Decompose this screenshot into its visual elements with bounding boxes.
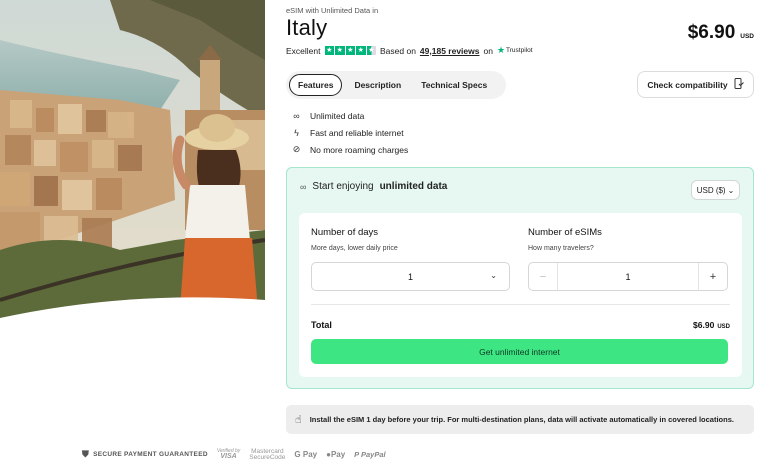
days-column: Number of days More days, lower daily pr…	[311, 227, 398, 252]
reviews-count-link[interactable]: 49,185 reviews	[420, 46, 480, 56]
product-title: Italy	[286, 15, 328, 40]
days-label: Number of days	[311, 227, 379, 238]
days-select[interactable]: 1 ⌄	[311, 262, 510, 291]
purchase-card: ∞ Start enjoying unlimited data USD ($) …	[286, 167, 754, 389]
paypal-logo: P PayPal	[354, 450, 385, 459]
half-star-icon: ★	[366, 45, 376, 56]
total-value: $6.90 USD	[693, 320, 730, 330]
total-currency: USD	[717, 324, 730, 330]
tab-technical-specs[interactable]: Technical Specs	[413, 74, 495, 96]
days-sublabel: More days, lower daily price	[311, 245, 398, 252]
check-compatibility-button[interactable]: Check compatibility	[637, 71, 754, 98]
hero-image	[0, 0, 265, 326]
feature-label: No more roaming charges	[310, 144, 409, 155]
esims-stepper: − 1 +	[528, 262, 728, 291]
star-icon: ★	[356, 45, 366, 56]
apple-pay-logo: ●Pay	[326, 450, 345, 459]
order-form: Number of days More days, lower daily pr…	[299, 213, 742, 377]
rating-on: on	[483, 45, 493, 56]
lightning-icon: ϟ	[294, 127, 299, 138]
feature-label: Fast and reliable internet	[310, 127, 404, 138]
feature-item: ⊘ No more roaming charges	[292, 141, 409, 158]
increment-button[interactable]: +	[699, 263, 727, 290]
visa-text: VISA	[220, 452, 237, 460]
card-heading-bold: unlimited data	[379, 181, 448, 192]
trustpilot-star-icon: ★	[496, 45, 506, 55]
days-select-value: 1	[407, 271, 413, 282]
rating-stars: ★ ★ ★ ★ ★	[324, 45, 376, 56]
card-heading: ∞ Start enjoying unlimited data	[300, 181, 447, 192]
no-roaming-icon: ⊘	[292, 144, 301, 154]
product-eyebrow: eSIM with Unlimited Data in	[286, 6, 379, 15]
infinity-icon: ∞	[300, 181, 307, 192]
product-price: $6.90 USD	[688, 22, 754, 44]
feature-item: ∞ Unlimited data	[292, 107, 408, 124]
star-icon: ★	[335, 45, 345, 56]
trustpilot-logo[interactable]: ★ Trustpilot	[497, 45, 533, 56]
verified-by-visa-logo: Verified by VISA	[217, 449, 240, 460]
tab-features[interactable]: Features	[289, 74, 343, 96]
tab-description[interactable]: Description	[346, 74, 409, 96]
shield-icon: ⛊	[82, 449, 90, 460]
star-icon: ★	[345, 45, 355, 56]
paypal-icon: P	[354, 450, 359, 460]
google-pay-logo: G Pay	[294, 450, 318, 460]
rating-label: Excellent	[286, 45, 321, 56]
secure-payment-text: SECURE PAYMENT GUARANTEED	[93, 451, 208, 459]
feature-item: ϟ Fast and reliable internet	[292, 124, 408, 141]
total-label: Total	[311, 320, 332, 330]
esims-sublabel: How many travelers?	[528, 245, 594, 252]
mastercard-securecode-logo: Mastercard SecureCode	[249, 448, 286, 461]
esims-quantity-input[interactable]: 1	[557, 263, 699, 290]
divider	[311, 304, 730, 305]
install-notice: ☝ Install the eSIM 1 day before your tri…	[286, 405, 754, 434]
card-heading-prefix: Start enjoying	[312, 181, 374, 192]
check-compatibility-label: Check compatibility	[647, 79, 728, 90]
currency-select-value: USD ($)	[696, 185, 726, 195]
infinity-icon: ∞	[293, 110, 300, 121]
feature-label: Unlimited data	[310, 110, 365, 121]
star-icon: ★	[324, 45, 334, 56]
paypal-text: PayPal	[361, 450, 386, 460]
get-unlimited-internet-button[interactable]: Get unlimited internet	[311, 339, 728, 364]
chevron-down-icon: ⌄	[490, 271, 497, 280]
esims-column: Number of eSIMs How many travelers?	[528, 227, 602, 252]
trustpilot-rating: Excellent ★ ★ ★ ★ ★ Based on 49,185 revi…	[286, 45, 533, 56]
trustpilot-name: Trustpilot	[506, 47, 533, 54]
tap-hand-icon: ☝	[295, 414, 302, 426]
rating-based-on: Based on	[380, 45, 416, 56]
price-value: $6.90	[687, 22, 736, 43]
apple-pay-text: Pay	[330, 450, 346, 460]
securecode-text: SecureCode	[249, 453, 286, 461]
decrement-button[interactable]: −	[529, 263, 557, 290]
chevron-down-icon: ⌄	[727, 185, 735, 195]
esims-label: Number of eSIMs	[528, 227, 602, 238]
feature-list: ∞ Unlimited data ϟ Fast and reliable int…	[292, 107, 409, 158]
tab-bar: Features Description Technical Specs	[286, 71, 506, 99]
currency-select[interactable]: USD ($) ⌄	[691, 180, 740, 200]
price-currency: USD	[740, 33, 754, 40]
payment-methods: ⛊ SECURE PAYMENT GUARANTEED Verified by …	[82, 448, 386, 461]
phone-check-icon	[734, 78, 744, 91]
install-notice-text: Install the eSIM 1 day before your trip.…	[309, 415, 734, 424]
total-amount: $6.90	[693, 320, 715, 330]
secure-payment-badge: ⛊ SECURE PAYMENT GUARANTEED	[82, 449, 208, 460]
